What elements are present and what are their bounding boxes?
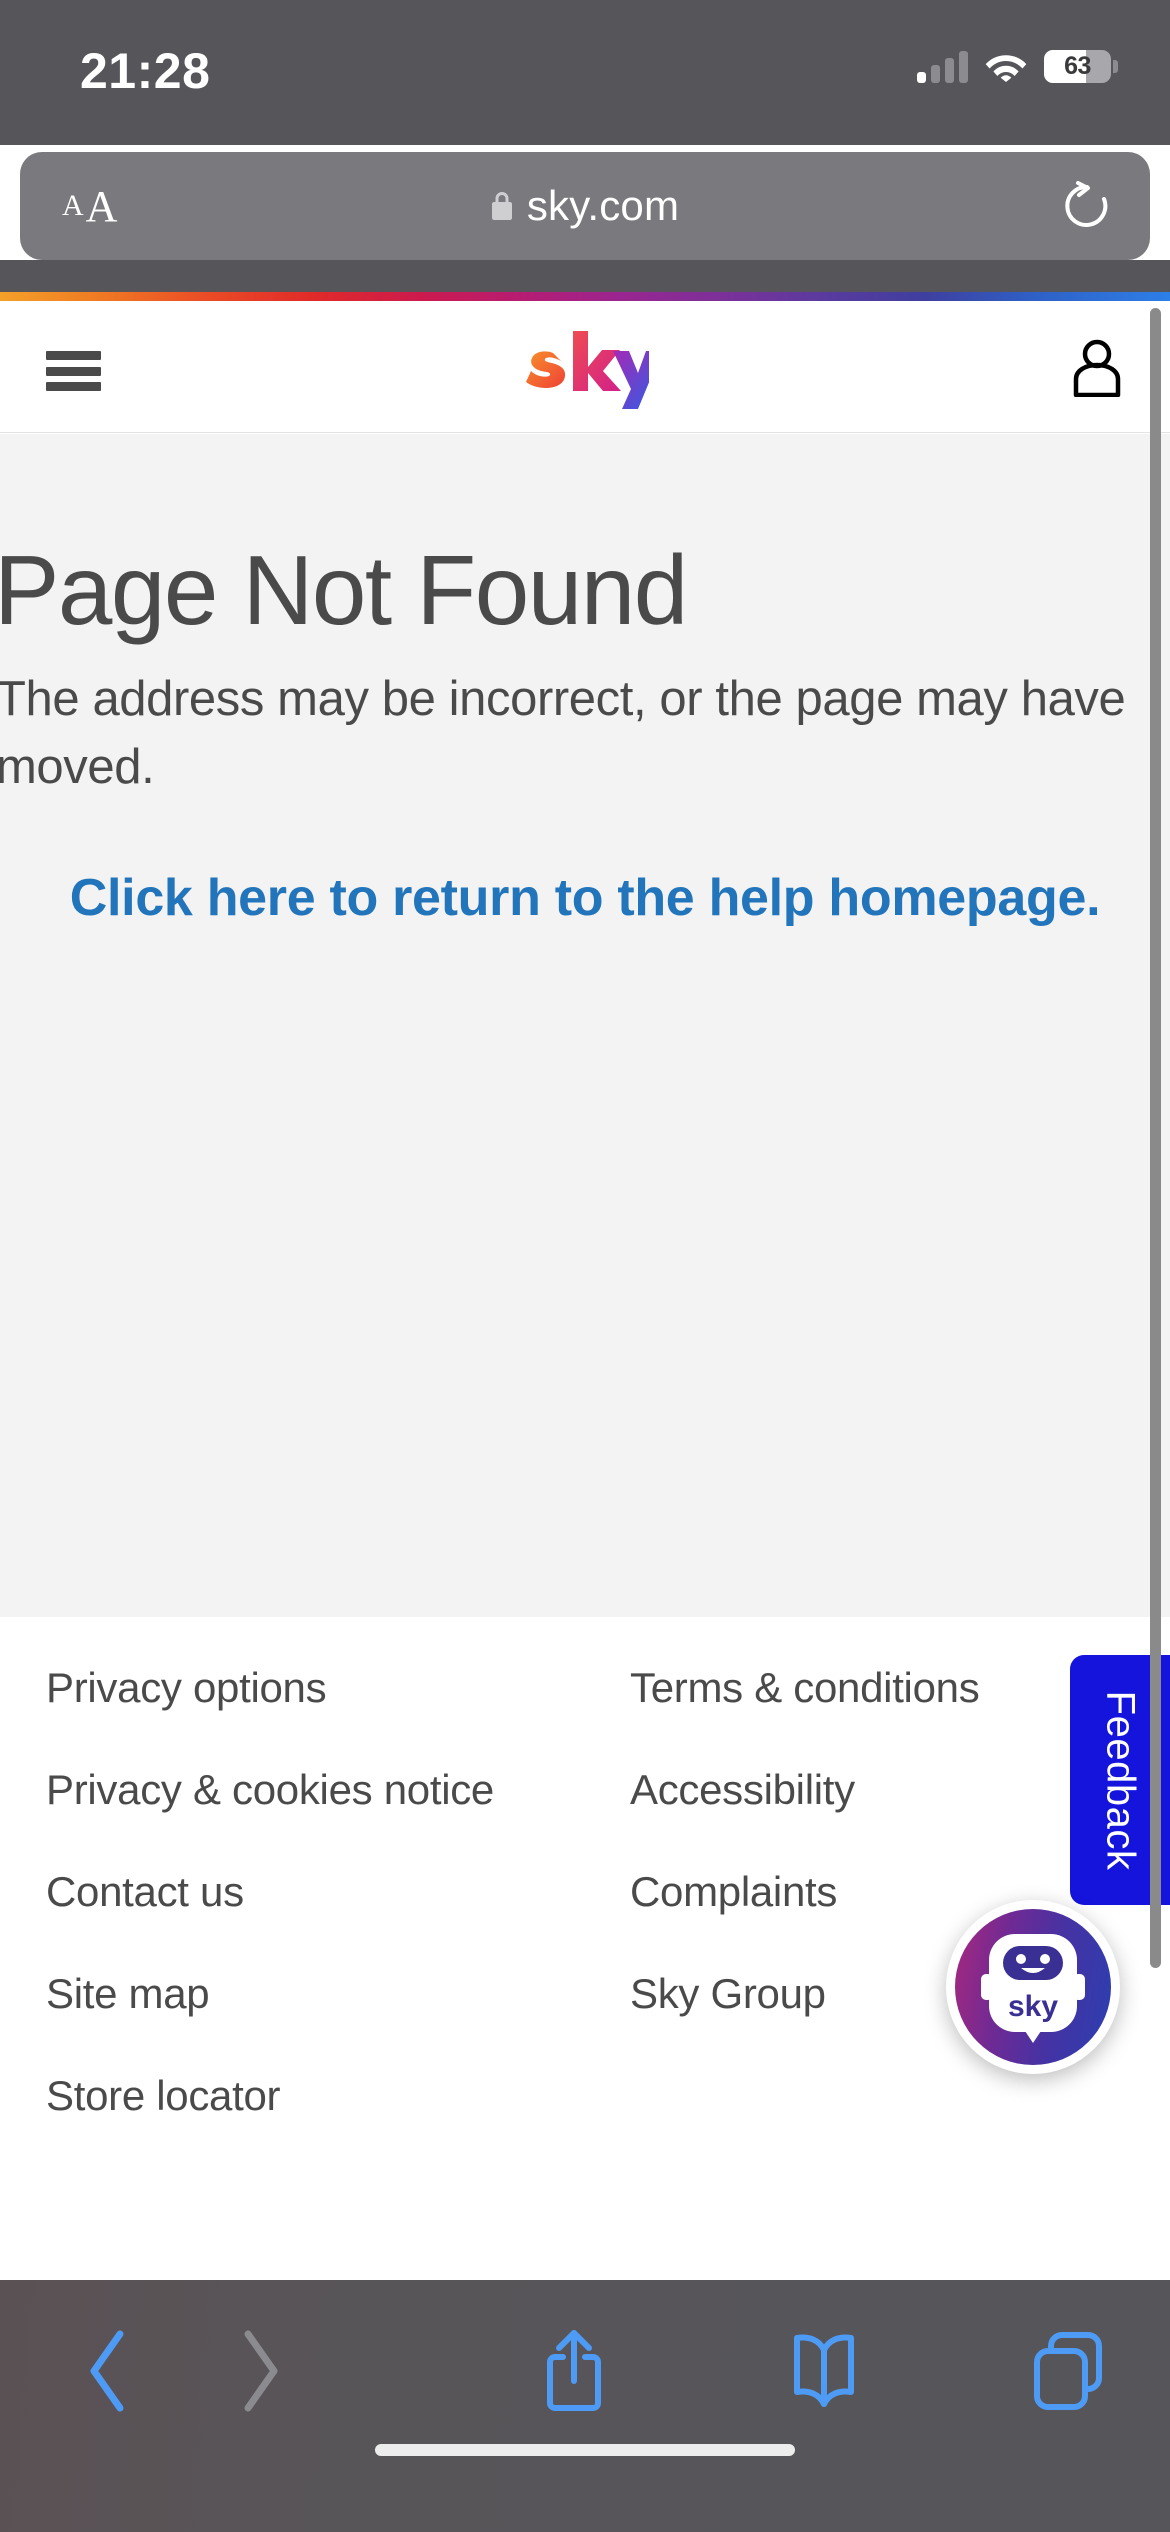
reload-button[interactable] bbox=[1064, 152, 1110, 260]
forward-button[interactable] bbox=[192, 2316, 328, 2426]
footer-link-site-map[interactable]: Site map bbox=[46, 1943, 494, 2045]
home-indicator bbox=[375, 2444, 795, 2456]
page-title: Page Not Found bbox=[0, 535, 688, 645]
chatbot-gradient-circle: sky bbox=[955, 1909, 1111, 2065]
footer-link-terms-conditions[interactable]: Terms & conditions bbox=[630, 1637, 980, 1739]
sky-chatbot-button[interactable]: sky bbox=[946, 1900, 1120, 2074]
footer-link-privacy-options[interactable]: Privacy options bbox=[46, 1637, 494, 1739]
sky-site-header bbox=[0, 301, 1170, 433]
wifi-icon bbox=[985, 55, 1027, 82]
bookmarks-button[interactable] bbox=[756, 2316, 892, 2426]
footer-link-privacy-cookies-notice[interactable]: Privacy & cookies notice bbox=[46, 1739, 494, 1841]
lock-icon bbox=[491, 192, 512, 220]
bookmarks-book-icon bbox=[794, 2334, 854, 2407]
page-scrollbar[interactable] bbox=[1150, 308, 1161, 1968]
back-button[interactable] bbox=[40, 2316, 176, 2426]
ios-status-bar: 21:28 63 bbox=[0, 0, 1170, 145]
url-display[interactable]: sky.com bbox=[20, 152, 1150, 260]
url-text: sky.com bbox=[526, 182, 680, 229]
feedback-tab-label: Feedback bbox=[1098, 1690, 1143, 1870]
back-chevron-icon bbox=[90, 2330, 124, 2412]
sky-rainbow-accent-bar bbox=[0, 292, 1170, 301]
tabs-icon bbox=[1034, 2332, 1102, 2410]
reload-icon bbox=[1065, 181, 1108, 227]
footer-link-sky-group[interactable]: Sky Group bbox=[630, 1943, 979, 2045]
battery-icon: 63 bbox=[1044, 50, 1111, 83]
footer-link-accessibility[interactable]: Accessibility bbox=[630, 1739, 979, 1841]
footer-link-complaints[interactable]: Complaints bbox=[630, 1841, 979, 1943]
status-bar-indicators: 63 bbox=[917, 50, 1118, 83]
footer-link-store-locator[interactable]: Store locator bbox=[46, 2045, 494, 2147]
sky-chatbot-avatar-icon: sky bbox=[981, 1934, 1085, 2043]
safari-bottom-toolbar bbox=[0, 2280, 1170, 2532]
page-description: The address may be incorrect, or the pag… bbox=[0, 672, 1126, 794]
help-homepage-link[interactable]: Click here to return to the help homepag… bbox=[0, 864, 1170, 933]
status-bar-clock: 21:28 bbox=[80, 43, 211, 99]
battery-percent-label: 63 bbox=[1064, 52, 1091, 80]
tabs-button[interactable] bbox=[1000, 2316, 1136, 2426]
browser-chrome-edge bbox=[0, 260, 1170, 292]
chatbot-sky-wordmark: sky bbox=[1008, 1990, 1058, 2023]
cellular-signal-icon bbox=[917, 50, 968, 83]
share-icon bbox=[547, 2330, 601, 2411]
share-button[interactable] bbox=[506, 2316, 642, 2426]
hamburger-menu-icon[interactable] bbox=[46, 351, 101, 391]
safari-address-bar[interactable]: AA sky.com bbox=[20, 152, 1150, 260]
footer-column-left: Privacy options Privacy & cookies notice… bbox=[46, 1617, 494, 2147]
forward-chevron-icon bbox=[244, 2330, 278, 2412]
account-person-icon[interactable] bbox=[1066, 339, 1128, 397]
footer-column-right: Terms & conditions Accessibility Complai… bbox=[630, 1617, 980, 2045]
battery-nub bbox=[1113, 60, 1118, 73]
footer-link-contact-us[interactable]: Contact us bbox=[46, 1841, 494, 1943]
sky-logo[interactable] bbox=[521, 323, 649, 411]
page-content-area: Page Not Found The address may be incorr… bbox=[0, 434, 1170, 1617]
